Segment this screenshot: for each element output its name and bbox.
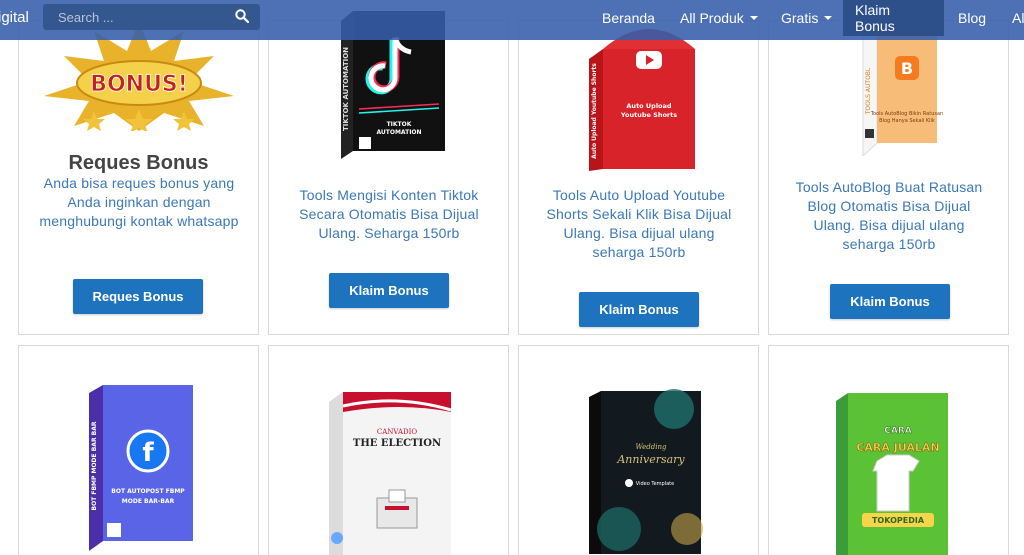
- product-card: Auto Upload Youtube Shorts Auto Upload Y…: [518, 20, 759, 335]
- svg-text:CARA: CARA: [884, 426, 912, 436]
- svg-text:BOT FBMP MODE BAR BAR: BOT FBMP MODE BAR BAR: [91, 421, 98, 510]
- product-card: Wedding Anniversary Video Template: [518, 345, 759, 555]
- card-description: Tools Auto Upload Youtube Shorts Sekali …: [546, 187, 732, 260]
- product-card: CARA CARA JUALAN TOKOPEDIA: [768, 345, 1009, 555]
- svg-text:TIKTOK AUTOMATION: TIKTOK AUTOMATION: [342, 47, 350, 131]
- svg-text:Wedding: Wedding: [636, 443, 667, 451]
- klaim-bonus-button[interactable]: Klaim Bonus: [579, 292, 699, 327]
- nav-item-blog[interactable]: Blog: [946, 0, 998, 36]
- chevron-down-icon: [824, 16, 833, 20]
- nav-item-more[interactable]: Al: [1000, 0, 1024, 36]
- site-brand[interactable]: igital: [0, 9, 29, 26]
- bonus-card: BONUS! Reques Bonus Anda bisa reques bon…: [18, 20, 259, 335]
- search-box: [43, 4, 260, 30]
- card-description: Tools Mengisi Konten Tiktok Secara Otoma…: [299, 187, 479, 241]
- svg-text:Youtube Shorts: Youtube Shorts: [620, 111, 677, 119]
- svg-text:Blog Hanya Sekali Klik: Blog Hanya Sekali Klik: [879, 118, 935, 124]
- nav-item-gratis[interactable]: Gratis: [769, 0, 844, 36]
- nav-item-beranda[interactable]: Beranda: [590, 0, 667, 36]
- svg-text:MODE BAR-BAR: MODE BAR-BAR: [122, 498, 175, 505]
- svg-text:B: B: [901, 59, 913, 78]
- svg-text:AUTOMATION: AUTOMATION: [376, 129, 421, 136]
- svg-text:Tools AutoBlog Bikin Ratusan: Tools AutoBlog Bikin Ratusan: [870, 111, 943, 117]
- product-card: TIKTOK AUTOMATION TIKTOK AUTOMATION Tool…: [268, 11, 509, 335]
- nav-item-label: Blog: [958, 10, 987, 26]
- nav-item-label: All Produk: [680, 10, 744, 26]
- nav-item-label: Beranda: [602, 10, 655, 26]
- svg-text:f: f: [142, 438, 154, 468]
- election-template-product-box-image: CANVADIO THE ELECTION: [329, 392, 452, 555]
- svg-text:TOKOPEDIA: TOKOPEDIA: [872, 516, 925, 525]
- product-card: BOT FBMP MODE BAR BAR f BOT AUTOPOST FBM…: [18, 345, 259, 555]
- nav-item-all-produk[interactable]: All Produk: [668, 0, 770, 36]
- wedding-anniversary-product-box-image: Wedding Anniversary Video Template: [589, 389, 703, 554]
- card-title: Reques Bonus: [68, 152, 209, 174]
- svg-text:Video Template: Video Template: [636, 481, 674, 487]
- product-grid: BONUS! Reques Bonus Anda bisa reques bon…: [0, 0, 1024, 555]
- svg-text:Anniversary: Anniversary: [616, 453, 685, 466]
- nav-item-label: Klaim Bonus: [855, 2, 895, 34]
- tokopedia-product-box-image: CARA CARA JUALAN TOKOPEDIA: [836, 393, 948, 555]
- svg-text:CARA JUALAN: CARA JUALAN: [856, 441, 939, 454]
- nav-item-label: Gratis: [781, 10, 819, 26]
- nav-item-label: Al: [1012, 10, 1024, 26]
- svg-text:TIKTOK: TIKTOK: [387, 121, 412, 128]
- svg-text:THE ELECTION: THE ELECTION: [353, 438, 441, 449]
- svg-text:Auto Upload Youtube Shorts: Auto Upload Youtube Shorts: [591, 63, 598, 159]
- search-icon[interactable]: [235, 9, 249, 23]
- svg-text:Auto Upload: Auto Upload: [626, 102, 672, 110]
- svg-text:TOOLS AUTOBL: TOOLS AUTOBL: [865, 67, 872, 115]
- search-input[interactable]: [43, 9, 223, 25]
- svg-text:CANVADIO: CANVADIO: [377, 428, 418, 436]
- reques-bonus-button[interactable]: Reques Bonus: [73, 279, 203, 314]
- autoblog-product-box-image: TOOLS AUTOBL B Tools AutoBlog Bikin Ratu…: [862, 31, 943, 156]
- top-navbar: igital Beranda All Produk Gratis Klaim B…: [0, 0, 1024, 40]
- product-card: CANVADIO THE ELECTION: [268, 345, 509, 555]
- svg-text:BONUS!: BONUS!: [90, 72, 188, 97]
- product-card: TOOLS AUTOBL B Tools AutoBlog Bikin Ratu…: [768, 20, 1009, 335]
- card-description: Tools AutoBlog Buat Ratusan Blog Otomati…: [795, 179, 983, 252]
- card-description: Anda bisa reques bonus yang Anda inginka…: [39, 175, 239, 229]
- youtube-shorts-product-box-image: Auto Upload Youtube Shorts Auto Upload Y…: [589, 29, 695, 171]
- klaim-bonus-button[interactable]: Klaim Bonus: [329, 273, 449, 308]
- fbmp-bot-product-box-image: BOT FBMP MODE BAR BAR f BOT AUTOPOST FBM…: [89, 385, 193, 551]
- nav-item-klaim-bonus[interactable]: Klaim Bonus: [843, 0, 944, 36]
- chevron-down-icon: [749, 16, 758, 20]
- klaim-bonus-button[interactable]: Klaim Bonus: [830, 284, 950, 319]
- svg-text:BOT AUTOPOST FBMP: BOT AUTOPOST FBMP: [111, 488, 185, 495]
